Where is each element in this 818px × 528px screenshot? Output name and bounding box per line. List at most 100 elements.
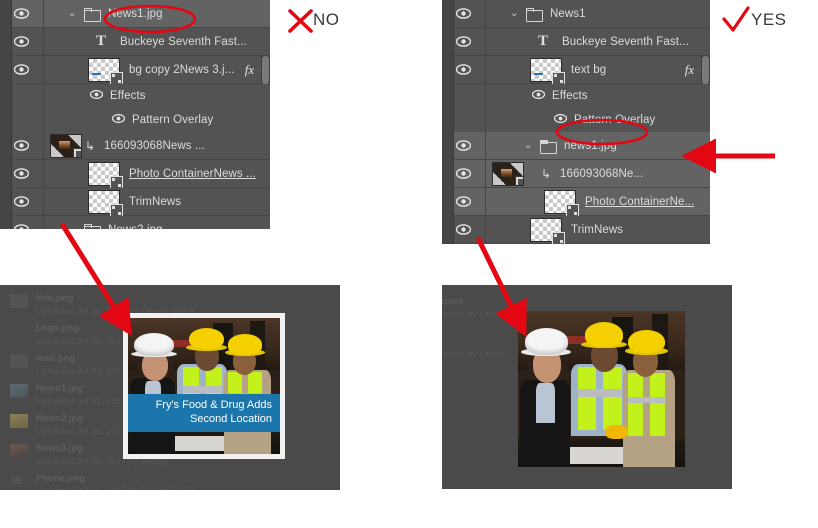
- visibility-toggle-cell[interactable]: [0, 132, 44, 159]
- panel-scrollbar[interactable]: [701, 56, 710, 84]
- eye-icon[interactable]: [14, 64, 29, 75]
- eye-icon[interactable]: [456, 36, 471, 47]
- eye-icon[interactable]: [14, 8, 29, 19]
- visibility-toggle-cell[interactable]: [442, 0, 486, 27]
- x-mark-icon: [288, 9, 313, 33]
- caption-line-1: Fry's Food & Drug Adds: [155, 399, 272, 411]
- layer-row-buckeye-text[interactable]: T Buckeye Seventh Fast...: [0, 28, 270, 56]
- eye-icon[interactable]: [14, 196, 29, 207]
- layers-panel-correct[interactable]: ⌄ News1 T Buckeye Seventh Fast... text b…: [442, 0, 710, 244]
- layer-row-body: text bg fx ˄: [486, 56, 710, 85]
- clipping-mask-icon: ↳: [540, 166, 552, 181]
- smart-object-icon: [492, 161, 524, 186]
- smart-object-badge-icon: [73, 147, 81, 157]
- layer-row-body: T Buckeye Seventh Fast...: [44, 28, 270, 55]
- eye-small-icon[interactable]: [89, 89, 104, 102]
- eye-small-icon[interactable]: [111, 113, 126, 126]
- eye-small-icon[interactable]: [531, 89, 546, 102]
- yellow-gloves: [604, 424, 629, 439]
- visibility-toggle-cell[interactable]: [442, 160, 486, 187]
- layer-row-photo-container[interactable]: Photo ContainerNe...: [442, 188, 710, 217]
- list-item[interactable]: t export ted today by Design: [442, 295, 508, 321]
- yellow-hardhat: [628, 329, 665, 354]
- visibility-toggle-cell[interactable]: [442, 216, 486, 243]
- eye-icon[interactable]: [14, 224, 29, 229]
- asset-manager-preview-incorrect[interactable]: info.png Uploaded Jul 31, 2017 by Design…: [0, 285, 340, 490]
- preview-photo[interactable]: [518, 311, 685, 467]
- layer-name: 166093068Ne...: [560, 167, 644, 180]
- layer-row-news1-group[interactable]: ⌄ News1.jpg: [0, 0, 270, 28]
- layer-row-body: ⌄ News2.jpg: [44, 216, 270, 229]
- layer-row-effects[interactable]: Effects: [442, 84, 710, 108]
- layer-row-trimnews[interactable]: TrimNews: [442, 216, 710, 244]
- eye-icon[interactable]: [456, 64, 471, 75]
- file-meta: ted today by Design: [442, 349, 508, 359]
- panel-scrollbar[interactable]: [261, 56, 270, 84]
- image-thumb-icon: [10, 384, 28, 398]
- chevron-down-icon[interactable]: ⌄: [68, 224, 80, 229]
- eye-icon[interactable]: [456, 224, 471, 235]
- panel-scrollbar-thumb[interactable]: [702, 56, 709, 84]
- eye-icon[interactable]: [456, 196, 471, 207]
- chevron-down-icon[interactable]: ⌄: [68, 8, 80, 19]
- center-man-vest-split: [596, 367, 604, 430]
- layer-row-text-bg[interactable]: text bg fx ˄: [442, 56, 710, 85]
- visibility-toggle-cell[interactable]: [442, 132, 486, 159]
- eye-icon[interactable]: [14, 140, 29, 151]
- eye-icon[interactable]: [456, 168, 471, 179]
- list-item[interactable]: rt ted today by Design: [442, 335, 508, 361]
- layer-row-pattern-overlay[interactable]: Pattern Overlay: [442, 108, 710, 132]
- folder-icon: [526, 7, 543, 22]
- asset-manager-preview-correct[interactable]: t export ted today by Design rt ted toda…: [442, 285, 732, 489]
- right-man-vest-split: [643, 373, 650, 436]
- layer-name: text bg: [571, 63, 607, 76]
- layer-row-photo-container[interactable]: Photo ContainerNews ...: [0, 160, 270, 189]
- layer-row-body: bg copy 2News 3.j... fx ˄: [44, 56, 270, 85]
- chevron-down-icon[interactable]: ⌄: [524, 140, 536, 151]
- layer-row-166093068ne[interactable]: ↳ 166093068Ne...: [442, 160, 710, 188]
- vector-mask-icon: [110, 71, 123, 85]
- eye-icon[interactable]: [14, 36, 29, 47]
- layers-panel-incorrect[interactable]: ⌄ News1.jpg T Buckeye Seventh Fast... bg…: [0, 0, 270, 229]
- layer-row-pattern-overlay[interactable]: Pattern Overlay: [0, 108, 270, 132]
- layer-row-buckeye-text[interactable]: T Buckeye Seventh Fast...: [442, 28, 710, 56]
- layer-row-bg-copy-2[interactable]: bg copy 2News 3.j... fx ˄: [0, 56, 270, 85]
- layer-row-166093068news[interactable]: ↳ 166093068News ...: [0, 132, 270, 160]
- file-name: Phone.png: [36, 473, 86, 484]
- visibility-toggle-cell[interactable]: [0, 160, 44, 187]
- layer-row-news1jpg-group[interactable]: ⌄ news1.jpg: [442, 132, 710, 160]
- eye-icon[interactable]: [456, 8, 471, 19]
- visibility-toggle-cell[interactable]: [0, 56, 44, 83]
- image-thumb-icon: [10, 414, 28, 428]
- visibility-toggle-cell[interactable]: [442, 56, 486, 83]
- layer-thumbnail-icon: [530, 57, 565, 85]
- preview-photo[interactable]: Fry's Food & Drug Adds Second Location: [128, 318, 280, 454]
- layer-thumbnail-icon: [88, 57, 123, 85]
- fx-icon[interactable]: fx: [245, 62, 254, 78]
- visibility-toggle-cell[interactable]: [0, 188, 44, 215]
- eye-icon[interactable]: [456, 140, 471, 151]
- folder-icon: [84, 7, 101, 22]
- layer-row-body: ↳ 166093068News ...: [44, 132, 270, 159]
- white-hardhat: [134, 332, 174, 357]
- list-item[interactable]: ☎ Phone.png Uploaded Jul 31, 2017 by Des…: [0, 473, 195, 490]
- panel-scrollbar-thumb[interactable]: [262, 56, 269, 84]
- woman-shirt: [536, 382, 555, 424]
- right-man-vest-stripe: [628, 396, 665, 404]
- layer-row-news2-group[interactable]: ⌄ News2.jpg: [0, 216, 270, 229]
- type-T-icon: T: [537, 33, 548, 49]
- eye-small-icon[interactable]: [553, 113, 568, 126]
- fx-icon[interactable]: fx: [685, 62, 694, 78]
- visibility-toggle-cell[interactable]: [442, 188, 486, 215]
- chevron-down-icon[interactable]: ⌄: [510, 8, 522, 19]
- layer-row-news1-group[interactable]: ⌄ News1: [442, 0, 710, 28]
- yellow-hardhat: [584, 321, 624, 347]
- layer-row-trimnews[interactable]: TrimNews: [0, 188, 270, 217]
- visibility-toggle-cell[interactable]: [0, 28, 44, 55]
- layer-row-effects[interactable]: Effects: [0, 84, 270, 108]
- visibility-toggle-cell[interactable]: [442, 28, 486, 55]
- visibility-toggle-cell[interactable]: [0, 216, 44, 229]
- eye-icon[interactable]: [14, 168, 29, 179]
- visibility-toggle-cell[interactable]: [0, 0, 44, 27]
- layer-name: Buckeye Seventh Fast...: [562, 35, 689, 48]
